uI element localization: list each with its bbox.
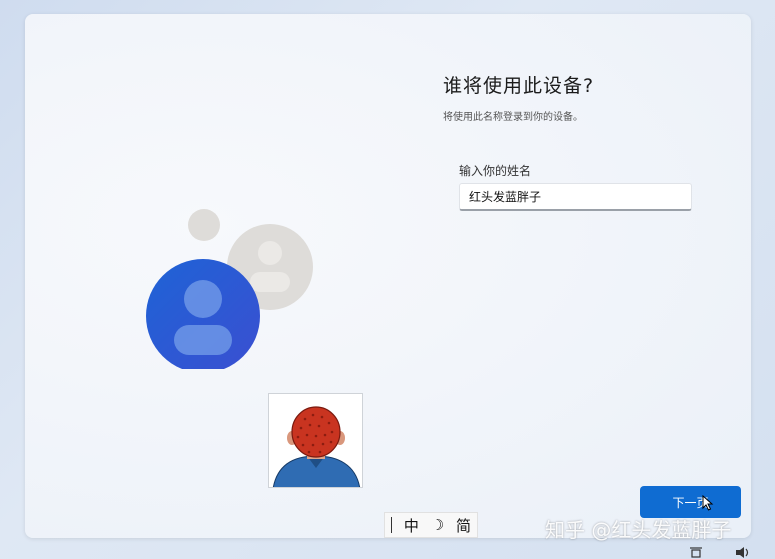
- user-illustration: [146, 209, 313, 369]
- setup-window: 谁将使用此设备? 将使用此名称登录到你的设备。 输入你的姓名 下一页: [25, 14, 751, 538]
- ime-script-toggle[interactable]: 简: [456, 515, 471, 536]
- ime-drag-handle[interactable]: [390, 517, 392, 533]
- small-decor-circle: [188, 209, 220, 241]
- watermark: 知乎 @红头发蓝胖子: [545, 518, 732, 542]
- avatar: [268, 393, 363, 488]
- mouse-cursor-icon: [702, 495, 714, 511]
- network-icon[interactable]: [690, 547, 702, 558]
- page-title: 谁将使用此设备?: [443, 75, 595, 97]
- primary-user-icon: [146, 259, 260, 369]
- ime-halfwidth-toggle[interactable]: ☽: [431, 516, 444, 534]
- page-subtitle: 将使用此名称登录到你的设备。: [443, 112, 583, 123]
- volume-icon[interactable]: [736, 547, 749, 558]
- name-input[interactable]: [459, 183, 692, 211]
- system-tray: [690, 547, 749, 558]
- name-field-label: 输入你的姓名: [459, 164, 532, 178]
- ime-mode-toggle[interactable]: 中: [404, 515, 419, 536]
- avatar-illustration: [272, 406, 361, 487]
- ime-toolbar: 中 ☽ 简: [384, 512, 478, 538]
